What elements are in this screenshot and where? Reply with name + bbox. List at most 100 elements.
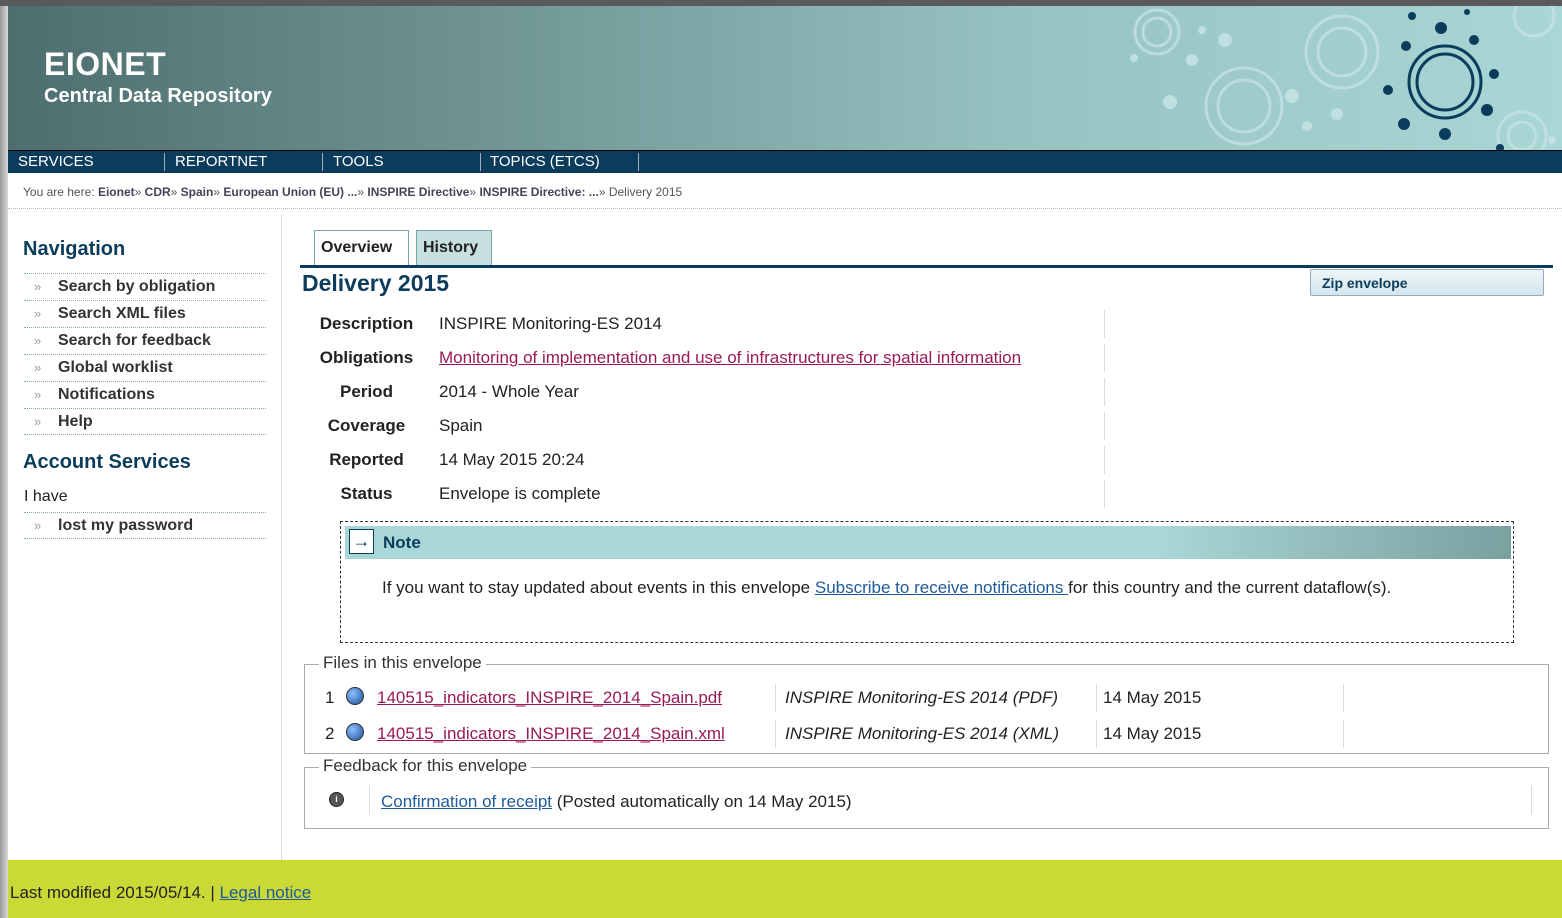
detail-row-period: Period 2014 - Whole Year <box>304 374 1105 408</box>
last-modified-text: Last modified 2015/05/14. | <box>10 883 220 902</box>
column-separator <box>775 684 776 712</box>
column-separator <box>1531 786 1532 814</box>
detail-label: Period <box>340 382 393 401</box>
sidebar-item-label: Notifications <box>58 386 155 403</box>
detail-value: 2014 - Whole Year <box>439 382 579 401</box>
detail-label: Description <box>319 314 414 333</box>
file-row: 2 140515_indicators_INSPIRE_2014_Spain.x… <box>305 717 1545 751</box>
detail-row-status: Status Envelope is complete <box>304 476 1105 510</box>
globe-file-icon <box>346 723 364 741</box>
sidebar-item-label: Search XML files <box>58 305 186 322</box>
column-separator <box>1104 344 1105 372</box>
file-number: 1 <box>325 688 335 707</box>
sidebar-item-search-xml[interactable]: » Search XML files <box>24 300 266 327</box>
bullet-arrow-icon: » <box>34 360 42 375</box>
breadcrumb-item-inspire-obligation[interactable]: INSPIRE Directive: ... <box>479 185 598 199</box>
column-separator <box>1096 684 1097 712</box>
column-separator <box>1096 720 1097 748</box>
note-text: If you want to stay updated about events… <box>382 575 1482 600</box>
confirmation-of-receipt-link[interactable]: Confirmation of receipt <box>381 792 552 811</box>
footer-text: Last modified 2015/05/14. | Legal notice <box>10 883 311 903</box>
detail-label: Coverage <box>327 416 406 435</box>
sidebar-item-search-by-obligation[interactable]: » Search by obligation <box>24 273 266 300</box>
file-number: 2 <box>325 724 335 743</box>
note-header: → Note <box>345 526 1511 559</box>
topnav-topics[interactable]: TOPICS (ETCS) <box>480 151 600 173</box>
column-separator <box>369 786 370 814</box>
file-description: INSPIRE Monitoring-ES 2014 (PDF) <box>785 688 1059 707</box>
page-title: Delivery 2015 <box>302 270 450 296</box>
breadcrumb-item-inspire[interactable]: INSPIRE Directive <box>367 185 469 199</box>
site-header: EIONET Central Data Repository <box>8 6 1562 150</box>
bullet-arrow-icon: » <box>34 387 42 402</box>
column-separator <box>1104 480 1105 508</box>
note-box: → Note If you want to stay updated about… <box>340 521 1514 643</box>
info-icon: i <box>329 792 344 807</box>
subscribe-link[interactable]: Subscribe to receive notifications <box>815 578 1068 597</box>
feedback-fieldset: Feedback for this envelope i Confirmatio… <box>304 756 1549 829</box>
topnav-services[interactable]: SERVICES <box>8 151 94 173</box>
sidebar-item-notifications[interactable]: » Notifications <box>24 381 266 408</box>
bullet-arrow-icon: » <box>34 518 42 533</box>
navigation-heading: Navigation <box>23 238 126 260</box>
detail-value: Envelope is complete <box>439 484 601 503</box>
note-text-after: for this country and the current dataflo… <box>1068 578 1392 597</box>
sidebar-item-label: Help <box>58 413 93 430</box>
site-logo[interactable]: EIONET Central Data Repository <box>44 46 272 108</box>
column-separator <box>1104 412 1105 440</box>
sidebar-item-help[interactable]: » Help <box>24 408 266 435</box>
feedback-row: Confirmation of receipt (Posted automati… <box>381 792 852 812</box>
bullet-arrow-icon: » <box>34 333 42 348</box>
column-separator <box>1104 378 1105 406</box>
breadcrumb-item-spain[interactable]: Spain <box>181 185 214 199</box>
sidebar-item-label: Search by obligation <box>58 278 216 295</box>
zip-envelope-button[interactable]: Zip envelope <box>1310 269 1544 296</box>
sidebar-item-lost-password[interactable]: » lost my password <box>24 512 266 539</box>
detail-value: INSPIRE Monitoring-ES 2014 <box>439 314 662 333</box>
detail-label: Obligations <box>319 348 414 367</box>
legal-notice-link[interactable]: Legal notice <box>220 883 312 902</box>
detail-row-reported: Reported 14 May 2015 20:24 <box>304 442 1105 476</box>
file-link[interactable]: 140515_indicators_INSPIRE_2014_Spain.pdf <box>377 688 722 708</box>
breadcrumb-item-eionet[interactable]: Eionet <box>98 185 135 199</box>
breadcrumb-current: Delivery 2015 <box>608 185 683 199</box>
breadcrumb-divider <box>8 208 1562 209</box>
tab-overview[interactable]: Overview <box>314 230 409 265</box>
file-link[interactable]: 140515_indicators_INSPIRE_2014_Spain.xml <box>377 724 725 744</box>
topnav-tools[interactable]: TOOLS <box>323 151 384 173</box>
envelope-details: Description INSPIRE Monitoring-ES 2014 O… <box>304 306 1105 510</box>
feedback-legend: Feedback for this envelope <box>319 756 532 776</box>
breadcrumb-item-eu[interactable]: European Union (EU) ... <box>223 185 357 199</box>
topnav-reportnet[interactable]: REPORTNET <box>165 151 267 173</box>
navigation-list: » Search by obligation » Search XML files … <box>24 273 266 435</box>
bullet-arrow-icon: » <box>34 414 42 429</box>
page-footer: Last modified 2015/05/14. | Legal notice <box>8 860 1562 918</box>
detail-value: 14 May 2015 20:24 <box>439 450 585 469</box>
top-navigation: SERVICES REPORTNET TOOLS TOPICS (ETCS) <box>8 150 1562 173</box>
detail-row-description: Description INSPIRE Monitoring-ES 2014 <box>304 306 1105 340</box>
column-separator <box>1343 720 1344 748</box>
sidebar-item-label: Search for feedback <box>58 332 211 349</box>
arrow-right-icon: → <box>349 529 374 554</box>
detail-label: Status <box>340 484 393 503</box>
globe-file-icon <box>346 687 364 705</box>
obligation-link[interactable]: Monitoring of implementation and use of … <box>439 348 1021 368</box>
sidebar-item-search-feedback[interactable]: » Search for feedback <box>24 327 266 354</box>
header-decoration-circles <box>1130 6 1556 150</box>
column-separator <box>1343 684 1344 712</box>
detail-label: Reported <box>329 450 404 469</box>
tab-history[interactable]: History <box>416 230 492 265</box>
file-date: 14 May 2015 <box>1103 724 1202 743</box>
window-left-edge <box>0 0 8 918</box>
sidebar-item-global-worklist[interactable]: » Global worklist <box>24 354 266 381</box>
breadcrumb-prefix: You are here: <box>23 185 95 199</box>
file-date: 14 May 2015 <box>1103 688 1202 707</box>
breadcrumb-item-cdr[interactable]: CDR <box>145 185 171 199</box>
sidebar-item-label: lost my password <box>58 517 194 534</box>
detail-row-obligations: Obligations Monitoring of implementation… <box>304 340 1105 374</box>
column-separator <box>1104 446 1105 474</box>
sidebar: Navigation » Search by obligation » Search… <box>8 214 282 860</box>
logo-title: EIONET <box>44 46 167 82</box>
bullet-arrow-icon: » <box>34 279 42 294</box>
logo-subtitle: Central Data Repository <box>44 85 272 107</box>
